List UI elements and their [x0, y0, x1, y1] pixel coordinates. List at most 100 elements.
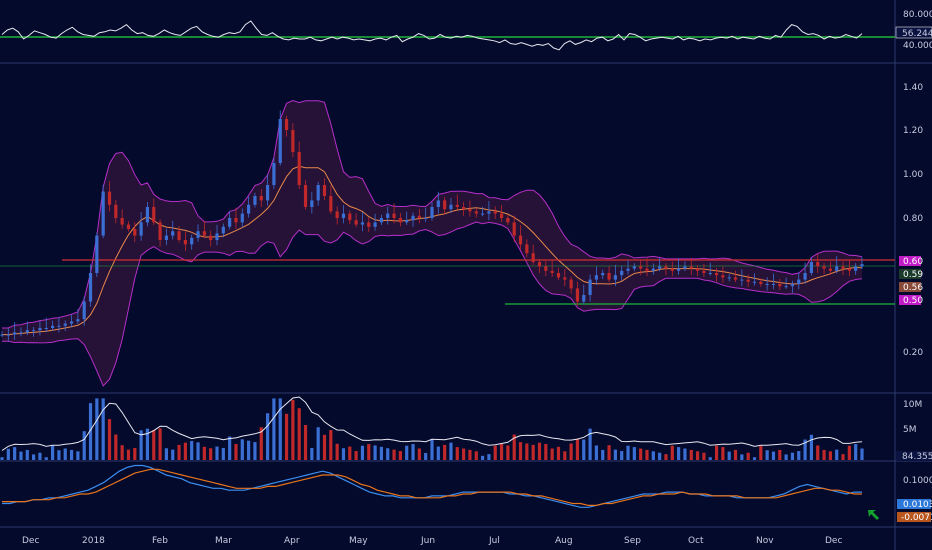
candle-body	[114, 204, 118, 218]
candle-body	[25, 330, 29, 333]
volume-bar	[183, 442, 187, 460]
volume-bar	[107, 419, 112, 460]
volume-bar	[354, 451, 358, 460]
candle-body	[493, 211, 497, 214]
macd-tick-0-1: 0.1000	[903, 476, 932, 486]
trading-chart[interactable]: 80.0000 40.0000 56.2444 1.40 1.20 1.00 0…	[0, 0, 932, 550]
candle-body	[860, 264, 864, 267]
volume-bar	[405, 445, 409, 460]
candle-body	[727, 277, 731, 279]
volume-bar	[651, 451, 655, 460]
candle-body	[512, 222, 516, 236]
volume-bar	[601, 449, 605, 460]
candle-body	[329, 196, 333, 212]
volume-last-value: 84.355K	[902, 452, 932, 462]
volume-bar	[563, 451, 567, 460]
volume-bar	[297, 408, 301, 460]
candle-body	[291, 130, 295, 152]
candle-body	[398, 218, 402, 223]
volume-bar	[190, 440, 194, 460]
volume-bar	[82, 431, 86, 460]
volume-bar	[386, 448, 390, 460]
candle-body	[677, 268, 681, 271]
oscillator-last-value: 56.2444	[902, 29, 932, 39]
date-label-aug: Aug	[555, 536, 573, 546]
volume-bar	[341, 448, 346, 460]
candle-body	[0, 334, 4, 336]
candle-body	[69, 321, 74, 324]
candle-body	[209, 235, 213, 240]
volume-bar	[499, 444, 504, 460]
price-tick-0-20: 0.20	[903, 348, 923, 358]
volume-bar	[544, 444, 548, 460]
volume-bar	[835, 449, 839, 460]
candle-body	[556, 273, 561, 278]
volume-bar	[449, 442, 453, 460]
candle-body	[133, 229, 137, 236]
volume-bar	[746, 452, 750, 460]
candle-body	[284, 119, 289, 130]
candle-body	[518, 235, 523, 245]
volume-bar	[272, 398, 276, 460]
candle-body	[316, 185, 320, 201]
candle-body	[639, 266, 643, 269]
candle-body	[202, 231, 206, 236]
candle-body	[835, 266, 839, 271]
volume-bar	[379, 446, 384, 460]
volume-bar	[816, 445, 820, 460]
candle-body	[57, 325, 61, 327]
price-tick-1-40: 1.40	[903, 83, 923, 93]
macd-tag-0-0103: 0.0103	[903, 500, 932, 510]
candle-body	[88, 273, 93, 302]
candle-body	[386, 213, 390, 218]
volume-bar	[847, 445, 851, 460]
oscillator-tick-80: 80.0000	[903, 10, 932, 20]
volume-bar	[860, 448, 864, 460]
candle-body	[19, 332, 23, 334]
volume-bar	[316, 427, 320, 460]
candle-body	[480, 213, 485, 215]
candle-body	[177, 231, 181, 240]
volume-bar	[689, 449, 693, 460]
candle-body	[525, 244, 529, 254]
candle-body	[695, 268, 700, 271]
candle-body	[468, 209, 472, 212]
candle-body	[822, 266, 826, 269]
volume-bar	[714, 445, 719, 460]
volume-bar	[335, 443, 339, 460]
volume-bar	[228, 436, 232, 460]
candle-body	[544, 266, 548, 271]
candle-body	[632, 266, 636, 269]
candle-body	[474, 211, 478, 214]
candle-body	[689, 266, 693, 269]
volume-bar	[253, 442, 257, 460]
candle-body	[721, 275, 725, 278]
candle-body	[367, 222, 371, 227]
date-label-dec-2017: Dec	[22, 536, 39, 546]
price-tag-0-59: 0.59	[903, 270, 923, 280]
volume-bar	[784, 454, 788, 460]
candle-body	[76, 319, 80, 322]
candle-body	[240, 213, 244, 223]
volume-bar	[670, 445, 674, 460]
candle-body	[196, 231, 200, 238]
volume-bar	[310, 447, 314, 460]
candle-body	[563, 277, 567, 280]
date-label-jul: Jul	[488, 536, 500, 546]
candle-body	[190, 237, 194, 245]
candle-body	[297, 152, 301, 185]
candle-body	[746, 279, 750, 282]
volume-bar	[69, 449, 74, 460]
volume-bar	[196, 442, 200, 460]
candle-body	[499, 213, 504, 218]
candle-body	[626, 268, 630, 271]
volume-bar	[518, 442, 523, 460]
volume-bar	[443, 444, 447, 460]
candle-body	[50, 325, 55, 328]
date-label-dec-2018: Dec	[825, 536, 842, 546]
volume-bar	[164, 448, 169, 460]
volume-bar	[841, 454, 845, 460]
date-label-apr: Apr	[284, 536, 300, 546]
candle-body	[158, 222, 162, 240]
candle-body	[752, 281, 757, 283]
